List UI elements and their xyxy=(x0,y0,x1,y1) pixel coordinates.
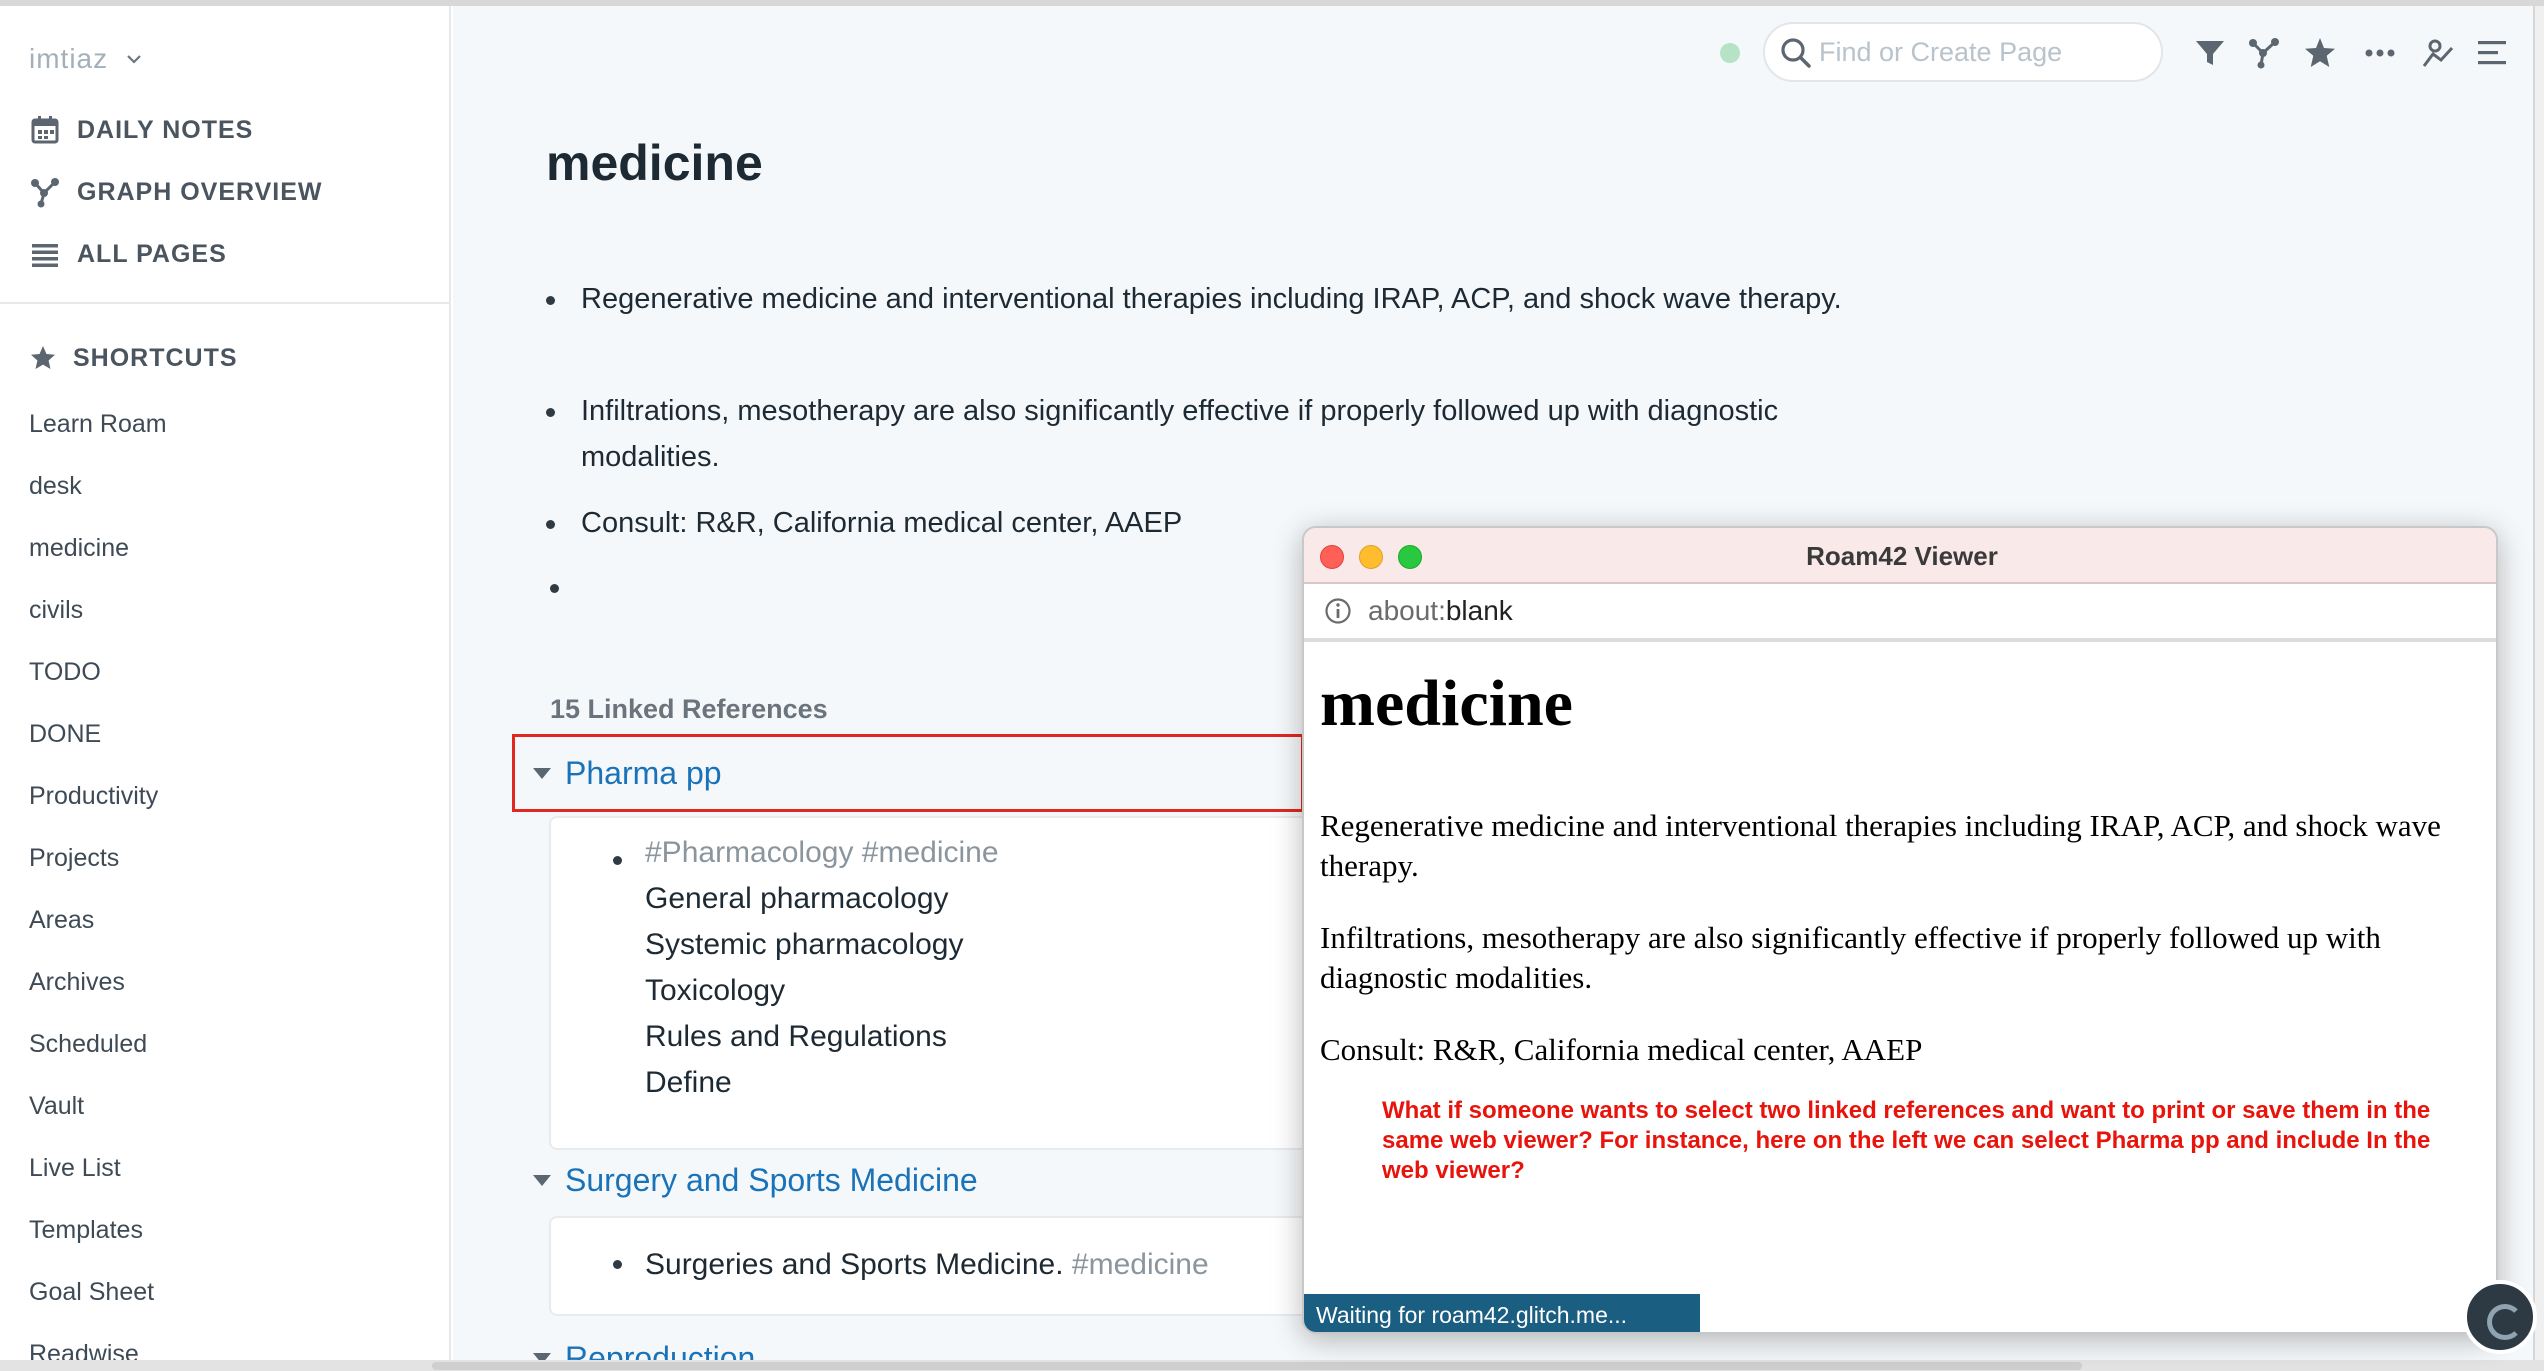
ref-title-surgery-sports[interactable]: Surgery and Sports Medicine xyxy=(533,1154,978,1206)
shortcut-readwise[interactable]: Readwise xyxy=(29,1332,139,1361)
nav-all-pages[interactable]: ALL PAGES xyxy=(29,230,227,278)
ref-line[interactable]: Toxicology xyxy=(645,968,785,1014)
ref-title-label[interactable]: Pharma pp xyxy=(565,755,722,792)
annotation-note: What if someone wants to select two link… xyxy=(1382,1097,2431,1184)
help-button[interactable] xyxy=(2463,1280,2537,1354)
ref-tag[interactable]: #medicine xyxy=(1072,1248,1209,1281)
roam42-viewer-window: Roam42 Viewer about: blank medicine Regen… xyxy=(1302,526,2498,1334)
nav-label: GRAPH OVERVIEW xyxy=(77,177,323,206)
maximize-button[interactable] xyxy=(1398,545,1422,569)
user-menu[interactable]: imtiaz xyxy=(29,36,142,82)
sync-status-dot xyxy=(1720,43,1740,63)
linked-references-heading: 15 Linked References xyxy=(550,694,828,724)
page-title[interactable]: medicine xyxy=(546,134,763,192)
shortcut-archives[interactable]: Archives xyxy=(29,960,125,1004)
bullet-dot[interactable] xyxy=(613,1260,622,1269)
horizontal-scrollbar-thumb[interactable] xyxy=(432,1362,2082,1370)
url-scheme: about: xyxy=(1368,595,1446,626)
shortcut-medicine[interactable]: medicine xyxy=(29,526,129,570)
ref-line[interactable]: Systemic pharmacology xyxy=(645,922,963,968)
calendar-icon xyxy=(31,116,59,144)
search-input[interactable] xyxy=(1819,36,2149,68)
nav-label: DAILY NOTES xyxy=(77,115,254,144)
shortcut-vault[interactable]: Vault xyxy=(29,1084,84,1128)
menu-icon[interactable] xyxy=(2475,36,2509,70)
ref-title-reproduction[interactable]: Reproduction xyxy=(533,1332,755,1360)
close-button[interactable] xyxy=(1320,545,1344,569)
bullet-dot[interactable] xyxy=(546,520,555,529)
right-scroll-strip xyxy=(2533,6,2544,1360)
shortcut-done[interactable]: DONE xyxy=(29,712,101,756)
top-bar xyxy=(453,6,2533,94)
viewer-titlebar[interactable]: Roam42 Viewer xyxy=(1304,528,2496,584)
ref-line[interactable]: Define xyxy=(645,1060,732,1106)
viewer-paragraph: Regenerative medicine and interventional… xyxy=(1320,808,2441,883)
viewer-content: medicine Regenerative medicine and inter… xyxy=(1304,646,2496,1332)
viewer-url-bar[interactable]: about: blank xyxy=(1304,584,2496,642)
graph-icon xyxy=(31,178,59,208)
shortcut-templates[interactable]: Templates xyxy=(29,1208,143,1252)
ref-line[interactable]: General pharmacology xyxy=(645,876,949,922)
viewer-title: Roam42 Viewer xyxy=(1806,540,1998,571)
star-icon xyxy=(31,346,55,369)
list-icon xyxy=(32,244,58,267)
search-box[interactable] xyxy=(1763,22,2163,82)
caret-down-icon[interactable] xyxy=(533,1174,551,1186)
viewer-status-bar: Waiting for roam42.glitch.me... xyxy=(1304,1294,1700,1332)
viewer-paragraph: Consult: R&R, California medical center,… xyxy=(1320,1032,1923,1067)
sidebar-divider xyxy=(0,302,449,304)
star-icon[interactable] xyxy=(2303,36,2337,70)
ref-title-pharma-pp[interactable]: Pharma pp xyxy=(533,747,722,799)
url-path: blank xyxy=(1445,595,1513,626)
shortcut-civils[interactable]: civils xyxy=(29,588,83,632)
shortcut-live-list[interactable]: Live List xyxy=(29,1146,121,1190)
ref-line[interactable]: Surgeries and Sports Medicine. #medicine xyxy=(645,1242,1209,1288)
bullet-dot[interactable] xyxy=(546,296,555,305)
shortcut-learn-roam[interactable]: Learn Roam xyxy=(29,402,167,446)
bullet-dot-empty[interactable] xyxy=(550,584,559,593)
chevron-down-icon xyxy=(127,55,141,64)
shortcut-productivity[interactable]: Productivity xyxy=(29,774,158,818)
ref-line[interactable]: Rules and Regulations xyxy=(645,1014,947,1060)
search-icon xyxy=(1781,38,1811,68)
shortcut-todo[interactable]: TODO xyxy=(29,650,101,694)
app-window: imtiaz DAILY NOTES GRAPH OVERVIEW ALL PA… xyxy=(0,0,2544,1371)
viewer-paragraph: Infiltrations, mesotherapy are also sign… xyxy=(1320,920,2381,995)
more-icon[interactable] xyxy=(2363,36,2397,70)
block-text[interactable]: Infiltrations, mesotherapy are also sign… xyxy=(581,388,1901,480)
viewer-heading: medicine xyxy=(1320,667,1573,740)
filter-icon[interactable] xyxy=(2193,36,2227,70)
ref-title-label[interactable]: Surgery and Sports Medicine xyxy=(565,1162,978,1199)
minimize-button[interactable] xyxy=(1359,545,1383,569)
left-sidebar: imtiaz DAILY NOTES GRAPH OVERVIEW ALL PA… xyxy=(0,6,451,1360)
shortcuts-heading: SHORTCUTS xyxy=(29,336,238,380)
shortcut-areas[interactable]: Areas xyxy=(29,898,94,942)
bullet-dot[interactable] xyxy=(546,408,555,417)
nav-graph-overview[interactable]: GRAPH OVERVIEW xyxy=(29,168,323,216)
caret-down-icon[interactable] xyxy=(533,1352,551,1360)
graph-icon[interactable] xyxy=(2247,36,2281,70)
caret-down-icon[interactable] xyxy=(533,767,551,779)
ref-text[interactable]: Surgeries and Sports Medicine. xyxy=(645,1248,1064,1281)
sidebar-open-icon[interactable] xyxy=(2421,36,2455,70)
bullet-dot[interactable] xyxy=(613,856,622,865)
shortcuts-title: SHORTCUTS xyxy=(73,343,238,372)
shortcut-scheduled[interactable]: Scheduled xyxy=(29,1022,147,1066)
nav-daily-notes[interactable]: DAILY NOTES xyxy=(29,106,253,154)
user-name: imtiaz xyxy=(29,43,109,74)
info-icon[interactable] xyxy=(1324,597,1352,625)
shortcut-goal-sheet[interactable]: Goal Sheet xyxy=(29,1270,154,1314)
ref-tags[interactable]: #Pharmacology #medicine xyxy=(645,830,999,876)
ref-title-label[interactable]: Reproduction xyxy=(565,1340,755,1361)
shortcut-projects[interactable]: Projects xyxy=(29,836,119,880)
nav-label: ALL PAGES xyxy=(77,239,227,268)
block-text[interactable]: Regenerative medicine and interventional… xyxy=(581,276,1901,322)
shortcut-desk[interactable]: desk xyxy=(29,464,82,508)
